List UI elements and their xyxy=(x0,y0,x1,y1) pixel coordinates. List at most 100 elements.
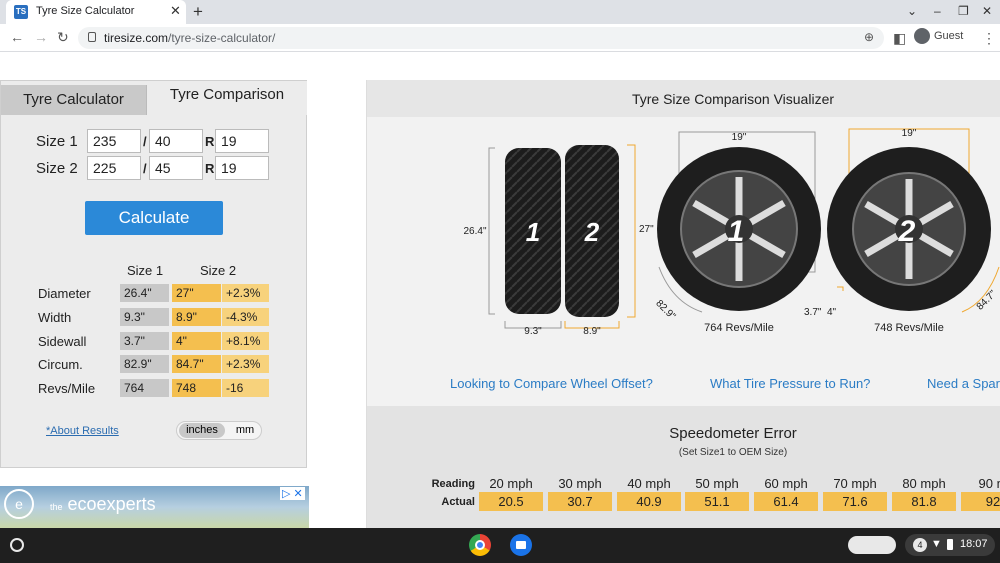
reading-cell: 60 mph xyxy=(764,476,808,491)
size1-slash: / xyxy=(143,134,147,149)
size1-rim-input[interactable]: 19 xyxy=(215,129,269,153)
actual-cell: 51.1 xyxy=(685,492,749,511)
tyre1-diameter-dim: 26.4" xyxy=(463,226,486,237)
circum-size2: 84.7" xyxy=(172,355,221,373)
tab-tyre-calculator[interactable]: Tyre Calculator xyxy=(1,85,147,115)
tyre-visualization: 1 2 26.4" 27" 9.3" 8.9" 19" 1 82.9" 3.7"… xyxy=(463,128,1000,337)
row-label-width: Width xyxy=(38,310,72,325)
width-size2: 8.9" xyxy=(172,308,221,326)
tray-holding-space-icon[interactable] xyxy=(848,536,896,554)
reading-label: Reading xyxy=(431,478,475,490)
row-label-diameter: Diameter xyxy=(38,286,91,301)
tyre2-circum-dim: 84.7" xyxy=(975,288,999,312)
size1-width-input[interactable]: 235 xyxy=(87,129,141,153)
about-results-link[interactable]: *About Results xyxy=(46,425,119,437)
tire-pressure-link[interactable]: What Tire Pressure to Run? xyxy=(710,376,870,391)
size2-r: R xyxy=(205,161,215,176)
unit-inches-option[interactable]: inches xyxy=(179,423,225,438)
need-spare-link[interactable]: Need a Spar xyxy=(927,376,1000,391)
profile-button[interactable]: Guest xyxy=(914,28,963,48)
reading-cell: 30 mph xyxy=(558,476,602,491)
visualizer-title: Tyre Size Comparison Visualizer xyxy=(631,91,835,107)
clock: 18:07 xyxy=(960,538,988,550)
adchoices-icon[interactable]: ▷ ✕ xyxy=(280,487,305,500)
reload-icon[interactable]: ↻ xyxy=(57,29,69,46)
tyre2-wheel-number: 2 xyxy=(898,215,916,248)
tyre2-sidewall-dim: 4" xyxy=(827,307,837,318)
reading-cell: 40 mph xyxy=(627,476,671,491)
reading-cell: 50 mph xyxy=(695,476,739,491)
browser-tab[interactable]: TS Tyre Size Calculator ✕ xyxy=(6,0,186,24)
size2-aspect-input[interactable]: 45 xyxy=(149,156,203,180)
url-domain: tiresize.com xyxy=(104,31,169,45)
visualizer-header: Tyre Size Comparison Visualizer xyxy=(367,80,1000,117)
new-tab-icon[interactable]: + xyxy=(193,2,203,22)
close-window-icon[interactable]: ✕ xyxy=(982,4,992,18)
calculate-button[interactable]: Calculate xyxy=(85,201,223,235)
size1-aspect-input[interactable]: 40 xyxy=(149,129,203,153)
menu-icon[interactable]: ⋮ xyxy=(982,30,996,47)
reading-cell: 70 mph xyxy=(833,476,877,491)
url-path: /tyre-size-calculator/ xyxy=(168,31,276,45)
favicon-icon: TS xyxy=(14,5,28,19)
revs-size2: 748 xyxy=(172,379,221,397)
size2-rim-input[interactable]: 19 xyxy=(215,156,269,180)
tab-search-icon[interactable]: ⌄ xyxy=(907,4,917,18)
profile-label: Guest xyxy=(934,29,964,42)
size2-label: Size 2 xyxy=(36,160,78,177)
tab-tyre-comparison[interactable]: Tyre Comparison xyxy=(147,81,307,115)
browser-toolbar: ← → ↻ tiresize.com/tyre-size-calculator/… xyxy=(0,24,1000,52)
ad-banner[interactable]: e the ecoexperts ▷ ✕ xyxy=(0,486,309,528)
col-header-size1: Size 1 xyxy=(127,263,164,278)
sidewall-size2: 4" xyxy=(172,332,221,350)
diameter-size1: 26.4" xyxy=(120,284,169,302)
actual-cell: 20.5 xyxy=(479,492,543,511)
circum-diff: +2.3% xyxy=(222,355,269,373)
tyre2-width-dim: 8.9" xyxy=(583,326,601,337)
notification-count: 4 xyxy=(913,538,927,552)
actual-label: Actual xyxy=(441,496,475,508)
width-diff: -4.3% xyxy=(222,308,269,326)
restore-icon[interactable]: ❐ xyxy=(958,4,969,18)
battery-icon xyxy=(947,539,953,550)
forward-icon[interactable]: → xyxy=(34,29,48,45)
sidewall-diff: +8.1% xyxy=(222,332,269,350)
wifi-icon: ▼ xyxy=(931,538,942,550)
row-label-circum: Circum. xyxy=(38,357,83,372)
url-text: tiresize.com/tyre-size-calculator/ xyxy=(104,31,275,45)
status-tray[interactable]: 4 ▼ 18:07 xyxy=(905,534,995,556)
chrome-app-icon[interactable] xyxy=(469,534,491,556)
back-icon[interactable]: ← xyxy=(10,29,24,45)
width-size1: 9.3" xyxy=(120,308,169,326)
launcher-icon[interactable] xyxy=(10,538,24,552)
reading-cell: 90 m xyxy=(978,476,1000,491)
unit-mm-option[interactable]: mm xyxy=(231,423,259,438)
diameter-diff: +2.3% xyxy=(222,284,269,302)
minimize-icon[interactable]: – xyxy=(934,4,941,18)
size1-r: R xyxy=(205,134,215,149)
speedometer-title: Speedometer Error xyxy=(669,425,797,442)
ecoexperts-logo-icon: e xyxy=(4,489,34,519)
tyre2-rim-dim: 19" xyxy=(902,128,917,139)
compare-wheel-offset-link[interactable]: Looking to Compare Wheel Offset? xyxy=(450,376,653,391)
lock-icon xyxy=(88,32,96,42)
actual-cell: 30.7 xyxy=(548,492,612,511)
tyre2-diameter-dim: 27" xyxy=(639,224,654,235)
side-panel-icon[interactable]: ◧ xyxy=(893,30,906,47)
speedometer-subtitle: (Set Size1 to OEM Size) xyxy=(678,447,788,458)
speedometer-section: Speedometer Error (Set Size1 to OEM Size… xyxy=(367,406,1000,528)
row-label-sidewall: Sidewall xyxy=(38,334,87,349)
files-app-icon[interactable] xyxy=(510,534,532,556)
zoom-icon[interactable]: ⊕ xyxy=(864,30,874,44)
tyre1-diameter-bracket xyxy=(488,147,495,315)
close-tab-icon[interactable]: ✕ xyxy=(170,3,181,19)
actual-cell: 61.4 xyxy=(754,492,818,511)
address-bar[interactable]: tiresize.com/tyre-size-calculator/ ⊕ xyxy=(78,27,884,49)
size2-width-input[interactable]: 225 xyxy=(87,156,141,180)
tyre1-wheel-number: 1 xyxy=(728,215,745,248)
unit-toggle[interactable]: inches mm xyxy=(176,421,262,440)
tyre2-tread-number: 2 xyxy=(584,217,600,247)
size2-slash: / xyxy=(143,161,147,176)
tyre1-circum-dim: 82.9" xyxy=(653,298,677,322)
tyre1-rim-dim: 19" xyxy=(732,132,747,143)
